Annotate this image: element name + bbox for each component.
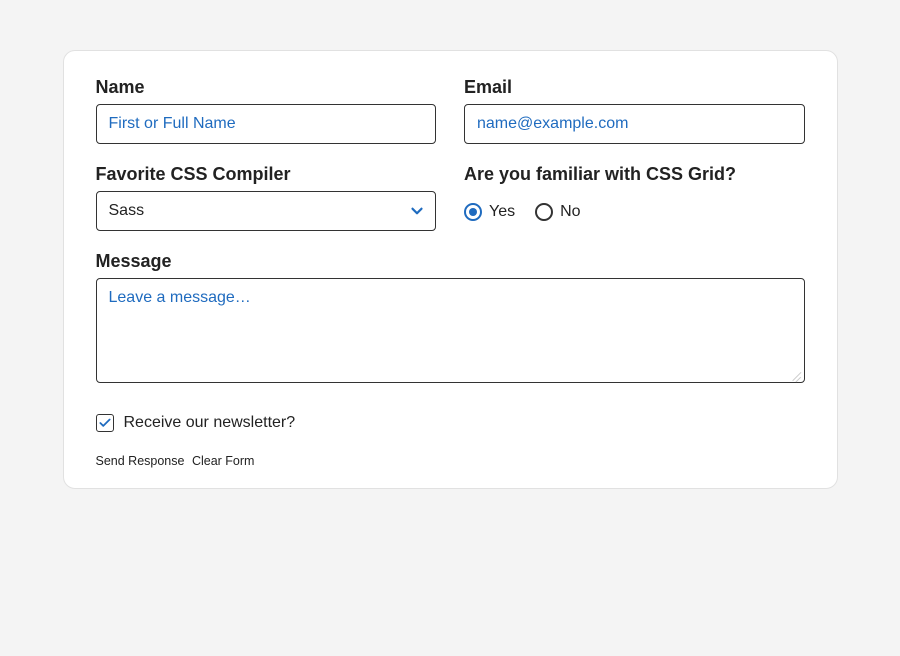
checkbox-icon xyxy=(96,414,114,432)
message-textarea[interactable] xyxy=(96,278,805,383)
message-label: Message xyxy=(96,251,805,272)
field-message: Message xyxy=(96,251,805,388)
form-card: Name Email Favorite CSS Compiler Sass Ar… xyxy=(63,50,838,489)
name-input[interactable] xyxy=(96,104,437,144)
field-compiler: Favorite CSS Compiler Sass xyxy=(96,164,437,231)
name-label: Name xyxy=(96,77,437,98)
compiler-label: Favorite CSS Compiler xyxy=(96,164,437,185)
compiler-selected-value: Sass xyxy=(96,191,437,231)
email-input[interactable] xyxy=(464,104,805,144)
field-grid-familiar: Are you familiar with CSS Grid? Yes No xyxy=(464,164,805,231)
field-email: Email xyxy=(464,77,805,144)
radio-no[interactable]: No xyxy=(535,203,580,221)
field-name: Name xyxy=(96,77,437,144)
send-response-button[interactable]: Send Response xyxy=(96,454,185,468)
form-grid: Name Email Favorite CSS Compiler Sass Ar… xyxy=(96,77,805,388)
grid-familiar-label: Are you familiar with CSS Grid? xyxy=(464,164,805,185)
radio-yes-label: Yes xyxy=(489,203,515,221)
radio-icon xyxy=(535,203,553,221)
newsletter-label: Receive our newsletter? xyxy=(124,414,296,432)
newsletter-checkbox[interactable]: Receive our newsletter? xyxy=(96,414,805,432)
email-label: Email xyxy=(464,77,805,98)
radio-no-label: No xyxy=(560,203,580,221)
button-row: Send Response Clear Form xyxy=(96,454,805,468)
radio-icon xyxy=(464,203,482,221)
radio-yes[interactable]: Yes xyxy=(464,203,515,221)
clear-form-button[interactable]: Clear Form xyxy=(192,454,255,468)
compiler-select[interactable]: Sass xyxy=(96,191,437,231)
grid-familiar-radio-group: Yes No xyxy=(464,191,805,231)
